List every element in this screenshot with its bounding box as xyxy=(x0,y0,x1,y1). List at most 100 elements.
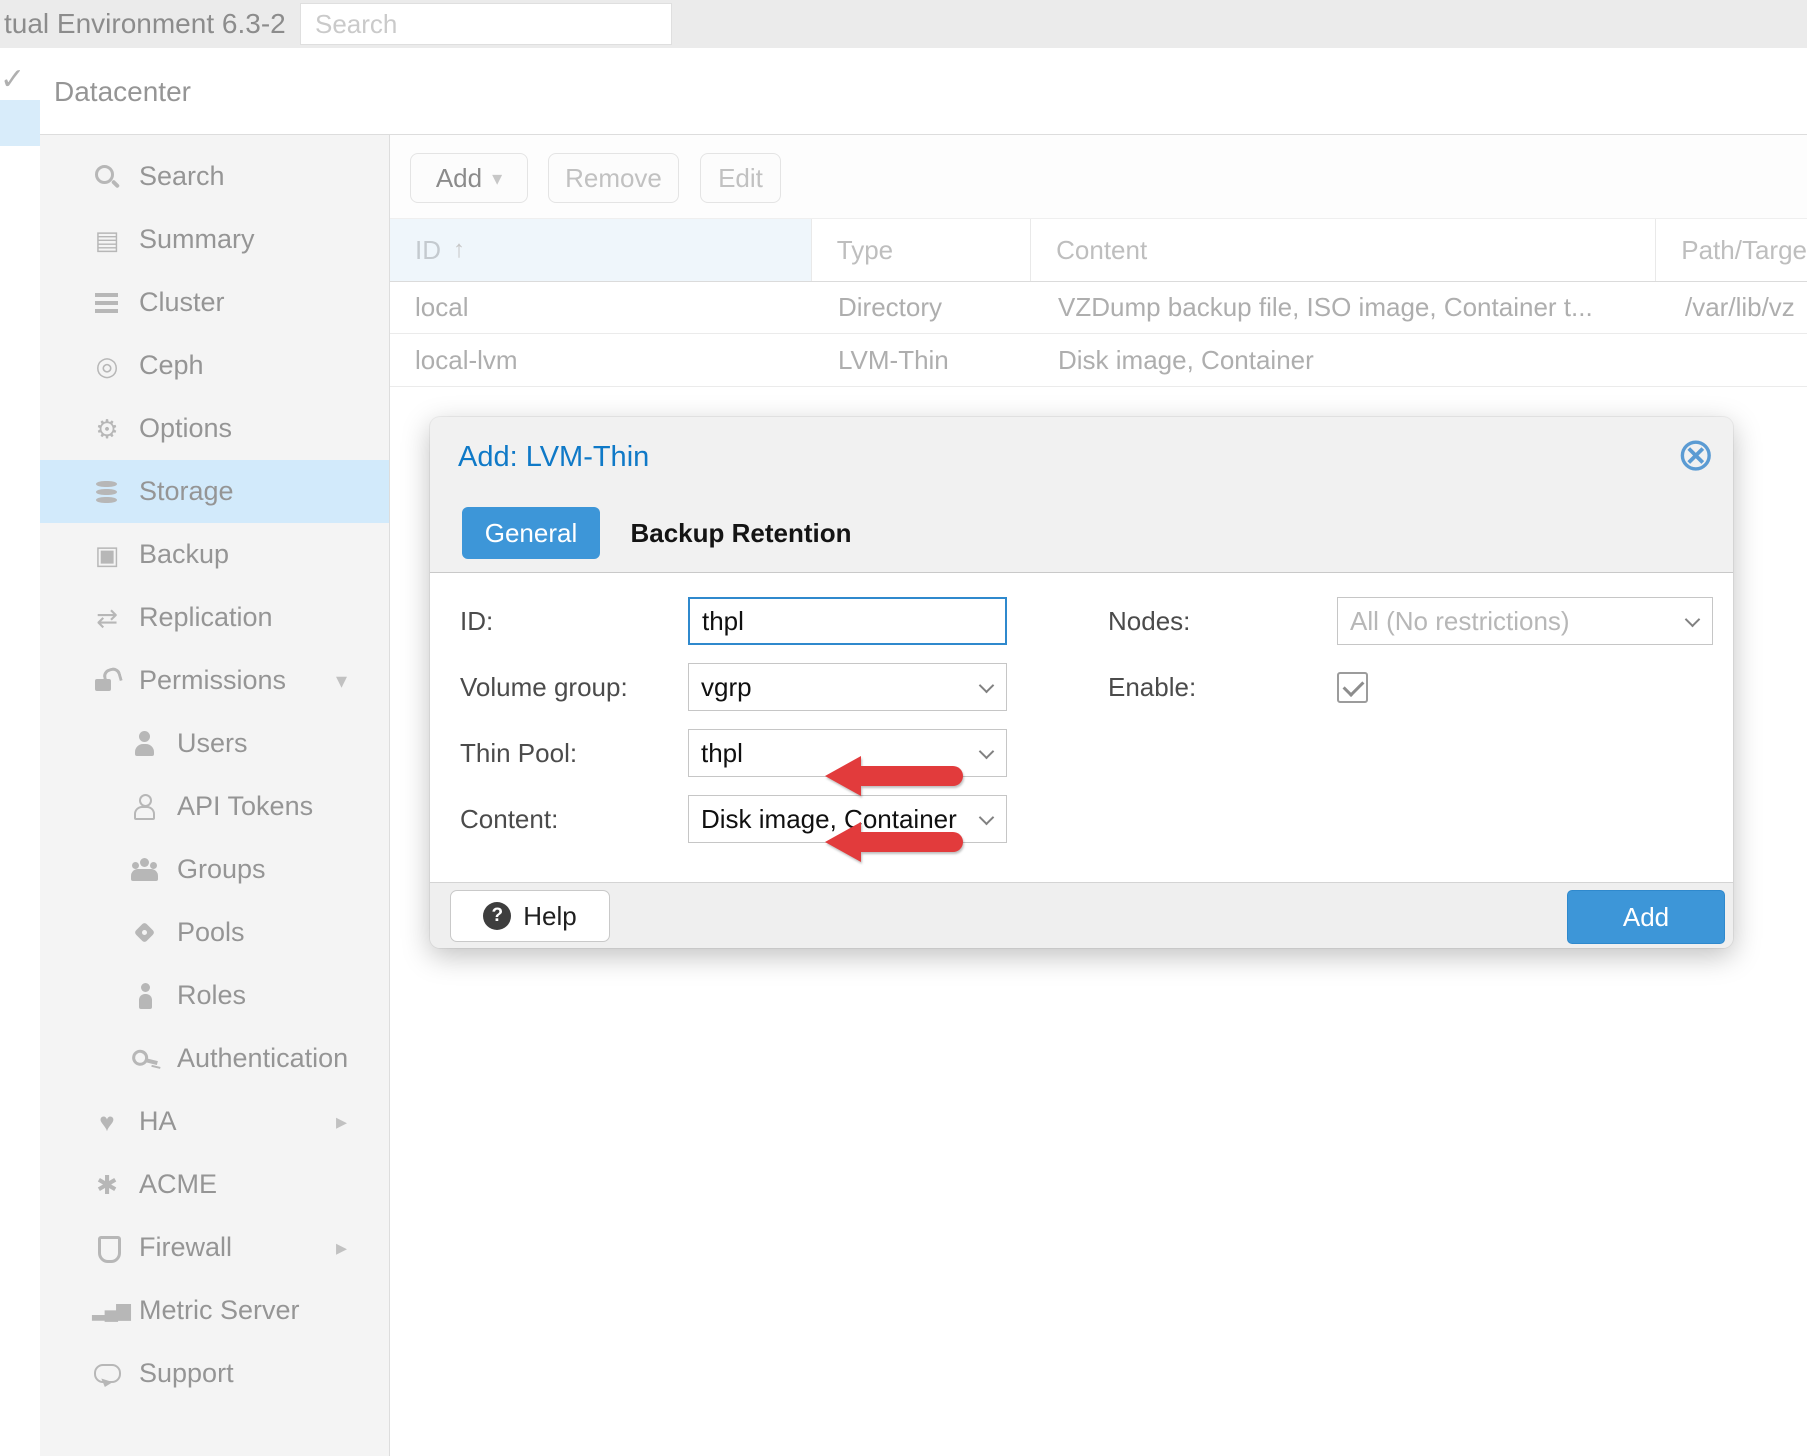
sidebar: Search ▤ Summary Cluster ◎ Ceph ⚙ Option… xyxy=(40,135,390,1456)
cell-path xyxy=(1660,335,1807,386)
sidebar-item-summary[interactable]: ▤ Summary xyxy=(40,208,389,271)
sidebar-item-cluster[interactable]: Cluster xyxy=(40,271,389,334)
sidebar-item-label: Backup xyxy=(139,539,229,570)
sidebar-item-label: Roles xyxy=(177,980,246,1011)
column-header-label: Content xyxy=(1056,235,1147,266)
sidebar-item-label: Summary xyxy=(139,224,255,255)
table-row[interactable]: local-lvm LVM-Thin Disk image, Container xyxy=(390,335,1807,387)
cell-id: local xyxy=(390,282,813,333)
cell-content: Disk image, Container xyxy=(1033,335,1660,386)
sidebar-item-search[interactable]: Search xyxy=(40,145,389,208)
add-button[interactable]: Add ▾ xyxy=(410,153,528,203)
content-label: Content: xyxy=(460,795,558,843)
tree-selected-band[interactable] xyxy=(0,100,40,146)
help-button[interactable]: ? Help xyxy=(450,890,610,942)
enable-label: Enable: xyxy=(1108,663,1196,711)
sidebar-item-permissions[interactable]: Permissions ▾ xyxy=(40,649,389,712)
chat-bubble-icon xyxy=(92,1359,122,1389)
sidebar-item-api-tokens[interactable]: API Tokens xyxy=(40,775,389,838)
sidebar-item-authentication[interactable]: Authentication xyxy=(40,1027,389,1090)
global-search-input[interactable] xyxy=(300,3,672,45)
dialog-add-button-label: Add xyxy=(1623,902,1669,933)
help-button-label: Help xyxy=(523,901,576,932)
sidebar-item-label: Search xyxy=(139,161,225,192)
thin-pool-label: Thin Pool: xyxy=(460,729,577,777)
sidebar-item-label: ACME xyxy=(139,1169,217,1200)
users-group-icon xyxy=(130,855,160,885)
sidebar-item-roles[interactable]: Roles xyxy=(40,964,389,1027)
book-icon: ▤ xyxy=(92,225,122,255)
shield-icon xyxy=(92,1233,122,1263)
chevron-right-icon[interactable]: ▸ xyxy=(336,1109,347,1135)
sidebar-item-label: Support xyxy=(139,1358,234,1389)
sidebar-item-label: Options xyxy=(139,413,232,444)
column-header-id[interactable]: ID ↑ xyxy=(390,219,812,281)
chevron-down-icon xyxy=(979,744,995,760)
column-header-content[interactable]: Content xyxy=(1031,219,1656,281)
annotation-arrow-volume-group xyxy=(825,822,965,862)
chevron-down-icon xyxy=(979,810,995,826)
sidebar-item-ha[interactable]: ♥ HA ▸ xyxy=(40,1090,389,1153)
annotation-arrow-id xyxy=(825,756,965,796)
content-header: Datacenter xyxy=(40,48,1807,135)
sidebar-item-acme[interactable]: ✱ ACME xyxy=(40,1153,389,1216)
sync-arrows-icon: ⇄ xyxy=(92,603,122,633)
chevron-right-icon[interactable]: ▸ xyxy=(336,1235,347,1261)
sidebar-item-storage[interactable]: Storage xyxy=(40,460,389,523)
column-header-label: Path/Targe xyxy=(1681,235,1807,266)
cell-type: LVM-Thin xyxy=(813,335,1033,386)
sidebar-item-ceph[interactable]: ◎ Ceph xyxy=(40,334,389,397)
dialog-body: ID: Volume group: vgrp Thin Pool: thpl C… xyxy=(430,572,1733,882)
sidebar-item-label: API Tokens xyxy=(177,791,313,822)
tab-general[interactable]: General xyxy=(462,507,600,559)
sidebar-item-label: Permissions xyxy=(139,665,286,696)
app-brand: tual Environment 6.3-2 xyxy=(4,0,286,48)
sidebar-item-metric-server[interactable]: ▂▄▆ Metric Server xyxy=(40,1279,389,1342)
sidebar-item-options[interactable]: ⚙ Options xyxy=(40,397,389,460)
nodes-select[interactable]: All (No restrictions) xyxy=(1337,597,1713,645)
user-outline-icon xyxy=(130,792,160,822)
storage-toolbar: Add ▾ Remove Edit xyxy=(390,135,1807,218)
sort-asc-icon: ↑ xyxy=(453,236,465,264)
page-title: Datacenter xyxy=(54,48,191,135)
sidebar-item-backup[interactable]: ▣ Backup xyxy=(40,523,389,586)
id-input[interactable] xyxy=(688,597,1007,645)
sidebar-item-users[interactable]: Users xyxy=(40,712,389,775)
sidebar-item-label: Replication xyxy=(139,602,273,633)
sidebar-item-label: HA xyxy=(139,1106,177,1137)
remove-button[interactable]: Remove xyxy=(548,153,679,203)
top-bar: tual Environment 6.3-2 xyxy=(0,0,1807,48)
search-icon xyxy=(92,162,122,192)
sidebar-item-label: Metric Server xyxy=(139,1295,300,1326)
chevron-down-icon[interactable]: ▾ xyxy=(336,668,347,694)
edit-button[interactable]: Edit xyxy=(700,153,781,203)
sidebar-item-label: Authentication xyxy=(177,1043,348,1074)
sidebar-item-support[interactable]: Support xyxy=(40,1342,389,1405)
column-header-path[interactable]: Path/Targe xyxy=(1656,219,1807,281)
sidebar-item-label: Ceph xyxy=(139,350,204,381)
sidebar-item-label: Storage xyxy=(139,476,234,507)
dialog-add-button[interactable]: Add xyxy=(1567,890,1725,944)
sidebar-item-pools[interactable]: Pools xyxy=(40,901,389,964)
close-icon[interactable]: ⊗ xyxy=(1676,431,1715,477)
enable-checkbox[interactable] xyxy=(1337,672,1368,703)
edit-button-label: Edit xyxy=(718,163,763,194)
id-label: ID: xyxy=(460,597,493,645)
question-mark-icon: ? xyxy=(483,902,511,930)
table-row[interactable]: local Directory VZDump backup file, ISO … xyxy=(390,282,1807,334)
tab-backup-retention[interactable]: Backup Retention xyxy=(626,507,856,559)
column-header-type[interactable]: Type xyxy=(812,219,1031,281)
sidebar-item-replication[interactable]: ⇄ Replication xyxy=(40,586,389,649)
proxmox-app: tual Environment 6.3-2 ✓ Datacenter Sear… xyxy=(0,0,1807,1456)
volume-group-label: Volume group: xyxy=(460,663,628,711)
sidebar-item-groups[interactable]: Groups xyxy=(40,838,389,901)
cell-type: Directory xyxy=(813,282,1033,333)
sidebar-item-label: Pools xyxy=(177,917,245,948)
check-icon: ✓ xyxy=(0,62,25,97)
bar-chart-icon: ▂▄▆ xyxy=(92,1296,122,1326)
volume-group-value: vgrp xyxy=(701,672,752,702)
gear-icon: ⚙ xyxy=(92,414,122,444)
volume-group-select[interactable]: vgrp xyxy=(688,663,1007,711)
sidebar-item-firewall[interactable]: Firewall ▸ xyxy=(40,1216,389,1279)
add-lvm-thin-dialog: Add: LVM-Thin ⊗ General Backup Retention… xyxy=(430,417,1733,948)
